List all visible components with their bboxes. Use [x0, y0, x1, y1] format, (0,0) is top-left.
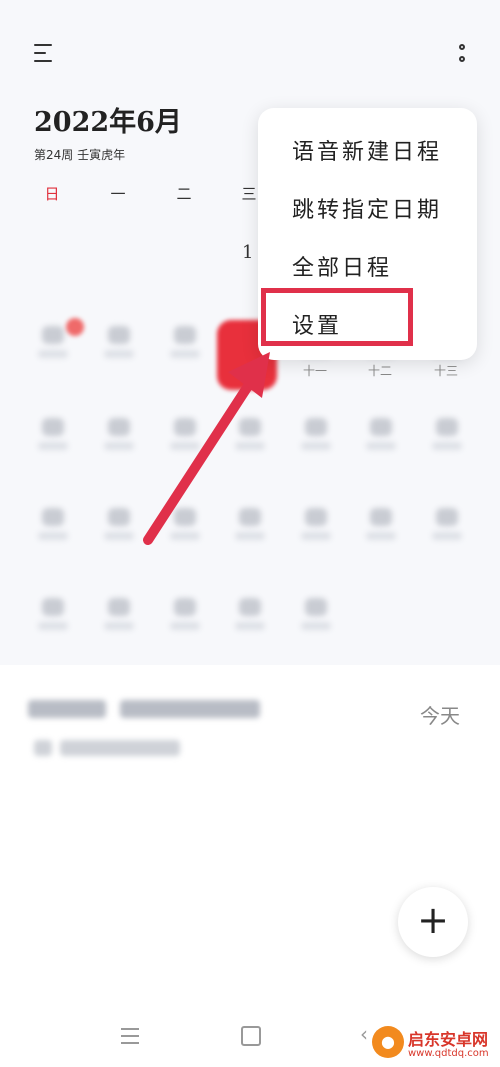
lunar-label: 十三 [433, 364, 458, 378]
day-number-placeholder [174, 418, 196, 436]
day-number-placeholder [239, 598, 261, 616]
day-lunar-placeholder [38, 622, 68, 630]
hamburger-menu-icon[interactable] [34, 44, 52, 64]
add-event-button[interactable]: + [398, 887, 468, 957]
day-number-placeholder [174, 508, 196, 526]
day-cell[interactable] [295, 508, 335, 558]
day-cell[interactable] [426, 508, 466, 558]
nav-home-icon[interactable] [241, 1026, 261, 1046]
day-cell[interactable] [32, 508, 72, 558]
day-lunar-placeholder [170, 532, 200, 540]
event-detail [34, 740, 188, 760]
day-cell[interactable] [360, 418, 400, 468]
day-cell[interactable] [98, 326, 138, 376]
more-options-icon[interactable] [456, 44, 468, 68]
day-number-placeholder [42, 508, 64, 526]
day-number-placeholder [42, 598, 64, 616]
lunar-label: 十二 [367, 364, 392, 378]
day-number-placeholder [108, 598, 130, 616]
day-number-placeholder [239, 418, 261, 436]
day-number-placeholder [305, 508, 327, 526]
day-cell[interactable] [32, 598, 72, 648]
watermark-url: www.qdtdq.com [408, 1048, 489, 1059]
site-watermark: ● 启东安卓网 www.qdtdq.com [372, 1024, 500, 1064]
day-number-placeholder [370, 508, 392, 526]
weekday-tuesday: 二 [176, 185, 192, 203]
day-cell[interactable] [32, 418, 72, 468]
day-number-placeholder [42, 326, 64, 344]
day-lunar-placeholder [170, 622, 200, 630]
weekday-sunday: 日 [44, 185, 60, 203]
day-lunar-placeholder [235, 532, 265, 540]
day-cell[interactable] [164, 508, 204, 558]
day-number-placeholder [174, 326, 196, 344]
day-lunar-placeholder [104, 442, 134, 450]
day-lunar-placeholder [170, 350, 200, 358]
nav-back-icon[interactable]: ‹ [360, 1022, 368, 1046]
day-lunar-placeholder [170, 442, 200, 450]
day-number-placeholder [108, 508, 130, 526]
day-lunar-placeholder [235, 622, 265, 630]
watermark-logo-icon: ● [372, 1026, 404, 1058]
day-lunar-placeholder [104, 622, 134, 630]
day-lunar-placeholder [38, 532, 68, 540]
event-item[interactable] [28, 700, 288, 724]
day-lunar-placeholder [366, 442, 396, 450]
day-cell[interactable] [295, 418, 335, 468]
day-lunar-placeholder [38, 442, 68, 450]
day-lunar-placeholder [366, 532, 396, 540]
day-number-placeholder [305, 598, 327, 616]
day-number-placeholder [239, 508, 261, 526]
day-number-placeholder [436, 508, 458, 526]
day-lunar-placeholder [301, 622, 331, 630]
day-cell[interactable] [164, 326, 204, 376]
today-label[interactable]: 今天 [420, 700, 460, 729]
day-cell[interactable] [229, 598, 269, 648]
day-lunar-placeholder [432, 442, 462, 450]
day-number-placeholder [370, 418, 392, 436]
day-cell[interactable] [360, 508, 400, 558]
month-title[interactable]: 2022年6月 [34, 100, 182, 139]
holiday-badge [66, 318, 84, 336]
menu-item-voice-new-event[interactable]: 语音新建日程 [292, 134, 442, 166]
day-number-placeholder [42, 418, 64, 436]
day-lunar-placeholder [235, 442, 265, 450]
lunar-label: 十一 [302, 364, 327, 378]
day-cell[interactable] [98, 418, 138, 468]
day-cell[interactable] [98, 598, 138, 648]
day-cell[interactable] [229, 418, 269, 468]
day-lunar-placeholder [104, 532, 134, 540]
day-cell[interactable] [426, 418, 466, 468]
day-lunar-placeholder [38, 350, 68, 358]
day-lunar-placeholder [301, 442, 331, 450]
menu-item-jump-to-date[interactable]: 跳转指定日期 [292, 192, 442, 224]
weekday-monday: 一 [110, 185, 126, 203]
day-cell[interactable] [229, 508, 269, 558]
day-lunar-placeholder [432, 532, 462, 540]
day-cell[interactable] [98, 508, 138, 558]
nav-recent-apps-icon[interactable] [121, 1028, 139, 1049]
day-lunar-placeholder [104, 350, 134, 358]
day-cell[interactable] [32, 326, 72, 376]
day-cell[interactable] [164, 418, 204, 468]
week-info: 第24周 壬寅虎年 [34, 148, 126, 162]
watermark-title: 启东安卓网 [408, 1030, 489, 1049]
day-number-placeholder [436, 418, 458, 436]
day-number-placeholder [108, 418, 130, 436]
day-cell[interactable] [295, 598, 335, 648]
menu-item-all-events[interactable]: 全部日程 [292, 250, 392, 282]
day-number-placeholder [305, 418, 327, 436]
day-number-placeholder [108, 326, 130, 344]
day-number-placeholder [174, 598, 196, 616]
day-lunar-placeholder [301, 532, 331, 540]
settings-highlight-box [261, 288, 413, 346]
day-cell[interactable] [164, 598, 204, 648]
